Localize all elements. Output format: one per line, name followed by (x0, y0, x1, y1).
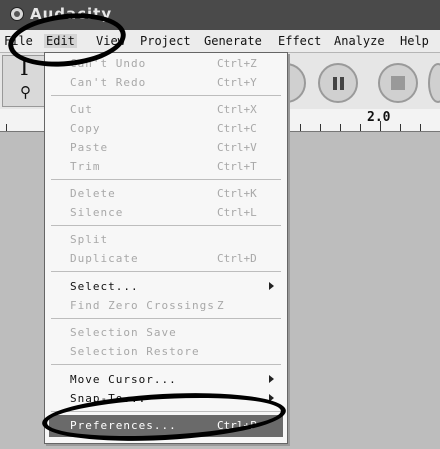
shortcut-cut: Ctrl+X (217, 103, 257, 116)
menu-generate[interactable]: Generate (204, 34, 262, 48)
ruler-tick (6, 124, 7, 131)
stop-icon (391, 76, 405, 90)
menu-separator (51, 364, 281, 365)
ruler-tick (340, 124, 341, 131)
menu-item-duplicate[interactable]: Duplicate (70, 252, 139, 265)
menu-separator (51, 225, 281, 226)
menu-item-split[interactable]: Split (70, 233, 108, 246)
menu-help[interactable]: Help (400, 34, 429, 48)
ruler-label: 2.0 (367, 110, 391, 125)
menu-view[interactable]: View (96, 34, 125, 48)
menu-item-select[interactable]: Select... (70, 280, 139, 293)
menu-item-redo[interactable]: Can't Redo (70, 76, 146, 89)
title-bar: Audacity (0, 0, 440, 30)
menu-item-selection-save[interactable]: Selection Save (70, 326, 177, 339)
menu-item-cut[interactable]: Cut (70, 103, 93, 116)
zoom-tool-icon[interactable]: ⚲ (20, 83, 31, 101)
submenu-arrow-icon (269, 394, 274, 402)
ruler-tick (300, 124, 301, 131)
edit-menu-dropdown: Can't Undo Ctrl+Z Can't Redo Ctrl+Y Cut … (44, 52, 288, 444)
menu-separator (51, 179, 281, 180)
menu-separator (51, 95, 281, 96)
menu-separator (51, 271, 281, 272)
menu-item-snap-to[interactable]: Snap-To... (70, 392, 146, 405)
shortcut-duplicate: Ctrl+D (217, 252, 257, 265)
menu-item-trim[interactable]: Trim (70, 160, 101, 173)
window-title: Audacity (30, 5, 113, 23)
ruler-tick (360, 124, 361, 131)
submenu-arrow-icon (269, 282, 274, 290)
menu-item-move-cursor[interactable]: Move Cursor... (70, 373, 177, 386)
shortcut-preferences: Ctrl+P (217, 419, 257, 432)
shortcut-find-zero-crossings: Z (217, 299, 224, 312)
ruler-tick (420, 124, 421, 131)
pause-icon (333, 77, 337, 90)
menu-separator (51, 411, 281, 412)
audacity-app-icon[interactable] (10, 7, 24, 21)
menu-item-undo[interactable]: Can't Undo (70, 57, 146, 70)
menu-item-delete[interactable]: Delete (70, 187, 116, 200)
selection-tool-icon[interactable]: I (20, 56, 29, 81)
menu-analyze[interactable]: Analyze (334, 34, 385, 48)
shortcut-delete: Ctrl+K (217, 187, 257, 200)
menu-item-selection-restore[interactable]: Selection Restore (70, 345, 200, 358)
ruler-tick (380, 121, 381, 131)
ruler-tick (400, 124, 401, 131)
ruler-tick (320, 124, 321, 131)
shortcut-undo: Ctrl+Z (217, 57, 257, 70)
menu-edit[interactable]: Edit (44, 34, 77, 48)
menu-item-silence[interactable]: Silence (70, 206, 123, 219)
shortcut-trim: Ctrl+T (217, 160, 257, 173)
menu-effect[interactable]: Effect (278, 34, 321, 48)
stop-button[interactable] (378, 63, 418, 103)
submenu-arrow-icon (269, 375, 274, 383)
menu-item-preferences[interactable]: Preferences... (70, 419, 177, 432)
shortcut-copy: Ctrl+C (217, 122, 257, 135)
menu-item-find-zero-crossings[interactable]: Find Zero Crossings (70, 299, 215, 312)
menu-separator (51, 318, 281, 319)
shortcut-paste: Ctrl+V (217, 141, 257, 154)
pause-button[interactable] (318, 63, 358, 103)
menu-file[interactable]: File (4, 34, 33, 48)
shortcut-silence: Ctrl+L (217, 206, 257, 219)
menu-item-paste[interactable]: Paste (70, 141, 108, 154)
shortcut-redo: Ctrl+Y (217, 76, 257, 89)
menu-project[interactable]: Project (140, 34, 191, 48)
menu-item-copy[interactable]: Copy (70, 122, 101, 135)
